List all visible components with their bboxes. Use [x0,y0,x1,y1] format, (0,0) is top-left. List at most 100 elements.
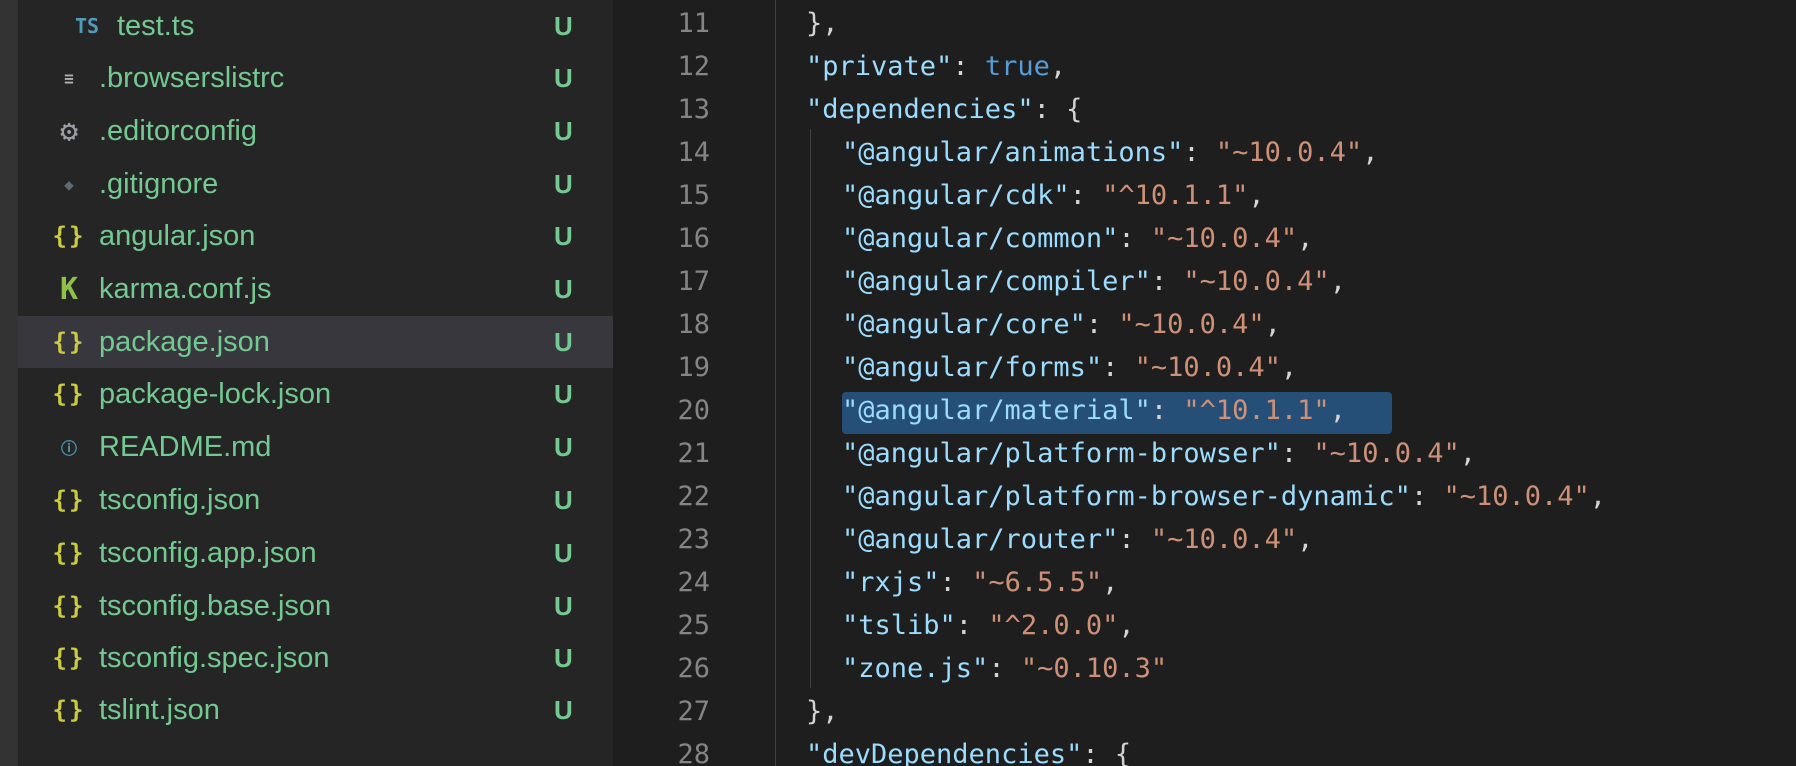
file-name: tsconfig.app.json [99,537,317,569]
file-item[interactable]: {} tsconfig.json U [18,474,613,526]
git-status-badge: U [554,221,573,251]
file-item[interactable]: ⓘ README.md U [18,421,613,473]
file-name: tslint.json [99,694,220,726]
code-token: "@angular/forms" [842,352,1103,383]
git-status-badge: U [554,63,573,93]
line-number: 19 [677,352,710,383]
code-line: 23 "@angular/router": "~10.0.4", [613,518,1796,561]
code-token: , [1248,180,1265,211]
file-name: package.json [99,326,270,358]
code-text: "@angular/forms": "~10.0.4", [842,346,1297,389]
code-token: "~10.0.4" [1118,309,1265,340]
code-token: : [952,51,985,82]
file-item[interactable]: {} package.json U [18,316,613,368]
code-token: "^10.1.1" [1102,180,1249,211]
code-token: "zone.js" [842,653,989,684]
file-name: tsconfig.spec.json [99,642,330,674]
code-token: , [1329,395,1346,426]
code-line: 18 "@angular/core": "~10.0.4", [613,303,1796,346]
code-line: 16 "@angular/common": "~10.0.4", [613,217,1796,260]
code-token: , [1329,266,1346,297]
file-name: karma.conf.js [99,273,272,305]
line-number: 11 [677,8,710,39]
code-editor[interactable]: 11}, 12 "private": true, 13 "dependencies": … [613,0,1796,766]
git-status-badge: U [554,379,573,409]
code-line: 25 "tslib": "^2.0.0", [613,604,1796,647]
explorer-sidebar: TS test.ts U ≡ .browserslistrc U ⚙ .editorconfi… [0,0,613,766]
json-braces-icon: {} [52,539,86,567]
code-token: : [1280,438,1314,469]
line-number: 24 [677,567,710,598]
code-token: "~10.0.4" [1134,352,1281,383]
code-token: "@angular/cdk" [842,180,1070,211]
code-token: "dependencies" [806,94,1034,125]
file-item[interactable]: {} package-lock.json U [18,368,613,420]
code-token: "rxjs" [842,567,940,598]
code-line: 17 "@angular/compiler": "~10.0.4", [613,260,1796,303]
line-number: 12 [677,51,710,82]
info-icon: ⓘ [60,439,77,458]
file-item[interactable]: {} tsconfig.app.json U [18,527,613,579]
line-number: 27 [677,696,710,727]
file-item[interactable]: TS test.ts U [18,0,613,52]
file-item[interactable]: Kkarma.conf.js U [18,263,613,315]
git-icon: ◆ [64,174,74,194]
code-token: true [984,51,1050,82]
file-item[interactable]: ⚙ .editorconfig U [18,105,613,157]
code-line: 15 "@angular/cdk": "^10.1.1", [613,174,1796,217]
line-number: 25 [677,610,710,641]
code-token: : [1410,481,1444,512]
code-token: : { [1033,94,1083,125]
code-text: "tslib": "^2.0.0", [842,604,1135,647]
git-status-badge: U [554,538,573,568]
git-status-badge: U [554,695,573,725]
vscode-window: TS test.ts U ≡ .browserslistrc U ⚙ .editorconfi… [0,0,1796,766]
file-item[interactable]: ≡ .browserslistrc U [18,52,613,104]
line-number: 16 [677,223,710,254]
code-token: : [1102,352,1135,383]
file-name: .editorconfig [99,115,257,147]
code-line: 20 "@angular/material": "^10.1.1", [613,389,1796,432]
code-token: "@angular/platform-browser-dynamic" [842,481,1411,512]
json-braces-icon: {} [52,592,86,620]
code-line: 26 "zone.js": "~0.10.3" [613,647,1796,690]
code-line: 12 "private": true, [613,45,1796,88]
code-text: "@angular/core": "~10.0.4", [842,303,1281,346]
file-name: package-lock.json [99,378,332,410]
code-line: 14 "@angular/animations": "~10.0.4", [613,131,1796,174]
file-item[interactable]: {} tsconfig.base.json U [18,580,613,632]
code-token: : [1150,395,1184,426]
code-token: : [988,653,1021,684]
file-item[interactable]: ◆ .gitignore U [18,158,613,210]
json-braces-icon: {} [52,380,86,408]
file-name: README.md [99,431,272,463]
code-token: : [1118,223,1151,254]
code-token: "@angular/router" [842,524,1119,555]
code-text: "@angular/platform-browser": "~10.0.4", [842,432,1476,475]
line-number: 17 [677,266,710,297]
file-item[interactable]: {} tsconfig.spec.json U [18,632,613,684]
code-token: , [1297,223,1314,254]
line-number: 28 [677,739,710,766]
code-token: : [1069,180,1103,211]
file-name: angular.json [99,220,256,252]
gear-icon: ⚙ [59,113,79,149]
code-token: : [1183,137,1216,168]
file-name: .browserslistrc [99,62,285,94]
code-token: : [1150,266,1184,297]
file-name: tsconfig.base.json [99,590,332,622]
line-number: 26 [677,653,710,684]
git-status-badge: U [554,485,573,515]
line-number: 21 [677,438,710,469]
code-token: "~10.0.4" [1215,137,1363,168]
file-item[interactable]: {} tslint.json U [18,684,613,736]
file-item[interactable]: {} angular.json U [18,210,613,262]
file-name: tsconfig.json [99,484,261,516]
code-token: : [939,567,973,598]
code-text: "@angular/animations": "~10.0.4", [842,131,1378,174]
code-token: "~6.5.5" [972,567,1103,598]
code-token: "@angular/common" [842,223,1119,254]
code-token: , [1049,51,1067,82]
code-text: "devDependencies": { [806,733,1131,766]
code-token: : [1118,524,1151,555]
